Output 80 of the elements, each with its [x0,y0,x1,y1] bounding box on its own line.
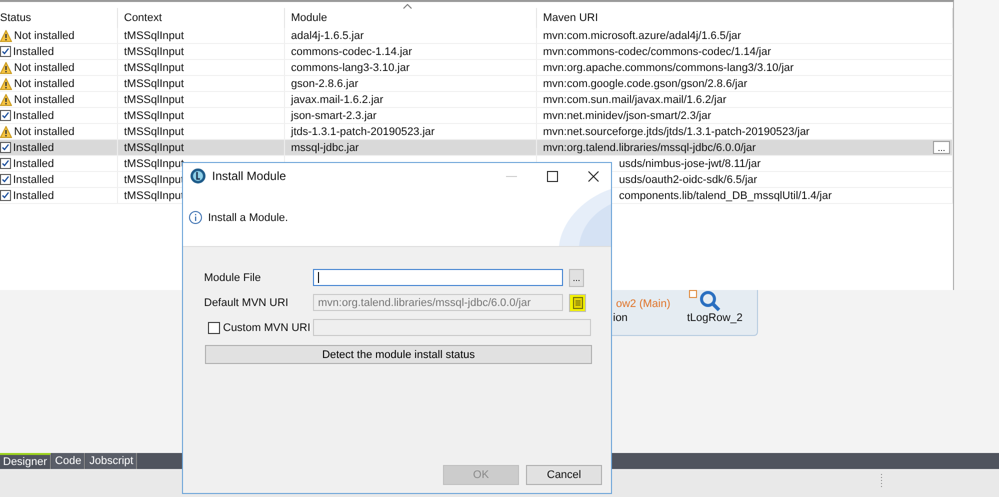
column-header[interactable]: Context [124,12,162,24]
dialog-message: Install a Module. [208,212,288,224]
table-cell: tMSSqlInput [124,110,184,122]
text-cursor [318,272,319,283]
browse-button[interactable]: ... [569,268,584,286]
magnifier-icon [699,290,721,312]
table-cell: mssql-jdbc.jar [291,142,359,154]
table-cell: gson-2.8.6.jar [291,78,358,90]
table-cell: mvn:net.minidev/json-smart/2.3/jar [543,110,712,122]
detect-button[interactable]: Detect the module install status [205,345,592,364]
table-cell: usds/oauth2-oidc-sdk/6.5/jar [619,174,758,186]
status-text: Not installed [14,78,75,90]
close-icon[interactable] [588,170,599,182]
info-icon [189,211,202,224]
warning-icon [0,30,12,42]
maximize-icon[interactable] [547,170,558,182]
app-logo-icon [190,168,206,184]
column-header[interactable]: Status [0,12,32,24]
field-label: Default MVN URI [204,296,290,308]
table-cell: mvn:org.apache.commons/commons-lang3/3.10/jar [543,62,794,74]
table-cell: tMSSqlInput [124,190,184,202]
table-cell: tMSSqlInput [124,158,184,170]
warning-icon [0,78,12,90]
status-text: Not installed [14,126,75,138]
node-label: ion [613,312,628,324]
input-field[interactable] [313,269,563,286]
browse-button[interactable]: ... [933,141,950,154]
table-cell: mvn:org.talend.libraries/mssql-jdbc/6.0.0/jar [543,142,756,154]
selected-row[interactable]: Installed tMSSqlInput mssql-jdbc.jar mvn:org.talend.libraries/mssql-jdbc/6.0.0/jar ... [0,140,953,156]
editor-tab[interactable]: Code [52,453,86,469]
table-cell: commons-codec-1.14.jar [291,46,412,58]
table-cell: javax.mail-1.6.2.jar [291,94,384,106]
table-cell: tMSSqlInput [124,46,184,58]
table-cell: tMSSqlInput [124,94,184,106]
table-cell: adal4j-1.6.5.jar [291,30,364,42]
checkbox-checked-icon [0,142,11,153]
column-header[interactable]: Module [291,12,328,24]
input-field[interactable] [312,319,591,336]
editor-tab[interactable]: Jobscript [86,453,138,469]
input-field[interactable]: mvn:org.talend.libraries/mssql-jdbc/6.0.0/jar [313,294,563,311]
table-cell: mvn:com.microsoft.azure/adal4j/1.6.5/jar [543,30,742,42]
status-text: Not installed [14,30,75,42]
column-header[interactable]: Maven URI [543,12,598,24]
table-cell: mvn:net.sourceforge.jtds/jtds/1.3.1-patch-20190523/jar [543,126,810,138]
node-label: tLogRow_2 [687,312,743,324]
status-text: Installed [13,110,54,122]
table-cell: mvn:commons-codec/commons-codec/1.14/jar [543,46,772,58]
checkbox-label[interactable]: Custom MVN URI [223,322,310,334]
table-cell: jtds-1.3.1-patch-20190523.jar [291,126,435,138]
field-label: Module File [204,272,262,284]
status-text: Installed [13,174,54,186]
cancel-button[interactable]: Cancel [526,465,602,485]
status-text: Not installed [14,62,75,74]
status-text: Installed [13,46,54,58]
table-cell: usds/nimbus-jose-jwt/8.11/jar [619,158,761,170]
table-cell: tMSSqlInput [124,174,184,186]
window-title: Install Module [212,169,288,183]
status-text: Installed [13,142,54,154]
clipboard-icon [572,296,584,309]
table-cell: tMSSqlInput [124,78,184,90]
clipboard-button[interactable] [569,294,586,312]
table-cell: tMSSqlInput [124,126,184,138]
table-cell: mvn:com.google.code.gson/gson/2.8.6/jar [543,78,748,90]
table-cell: tMSSqlInput [124,62,184,74]
checkbox[interactable] [208,322,220,334]
table-cell: tMSSqlInput [124,30,184,42]
table-cell: commons-lang3-3.10.jar [291,62,410,74]
warning-icon [0,126,12,138]
sort-icon [403,4,412,9]
warning-icon [0,62,12,74]
status-text: Installed [13,158,54,170]
table-cell: components.lib/talend_DB_mssqlUtil/1.4/jar [619,190,832,202]
editor-tab[interactable]: Designer [0,453,52,469]
link-label: ow2 (Main) [616,298,670,310]
table-cell: json-smart-2.3.jar [291,110,377,122]
table-cell: tMSSqlInput [124,142,184,154]
status-text: Not installed [14,94,75,106]
table-cell: mvn:com.sun.mail/javax.mail/1.6.2/jar [543,94,726,106]
warning-icon [0,94,12,106]
status-text: Installed [13,190,54,202]
